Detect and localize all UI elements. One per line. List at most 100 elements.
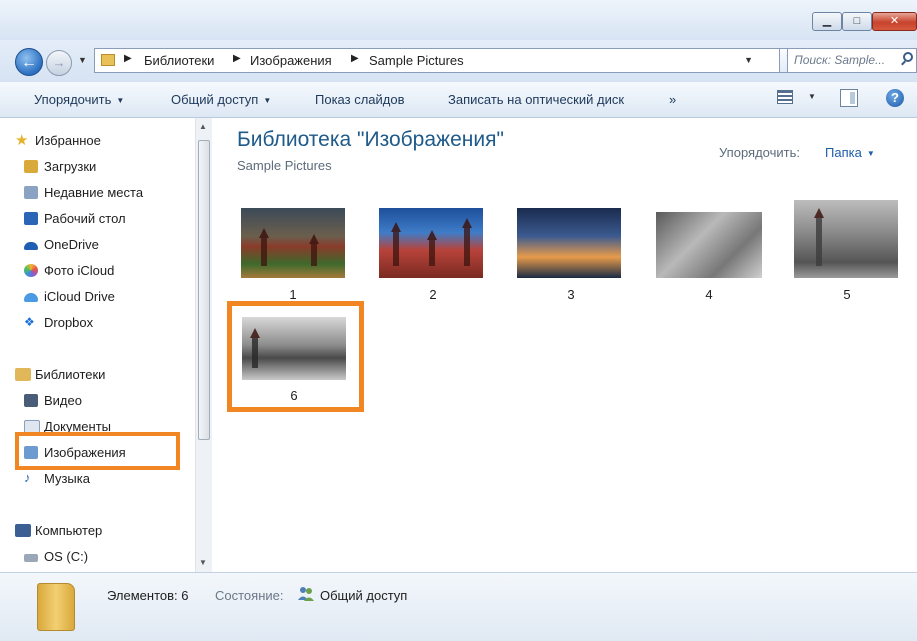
nav-selection-highlight [15,432,180,470]
image-thumbnail-4[interactable] [656,212,762,278]
back-button[interactable]: ← [15,48,43,76]
tower-shape [259,228,269,266]
breadcrumb-separator-icon[interactable]: ▶ [351,53,359,64]
users-icon [298,587,314,601]
organize-label: Упорядочить [34,92,112,107]
breadcrumb-separator-icon[interactable]: ▶ [124,53,132,64]
navigation-pane: ★ Избранное Загрузки Недавние места Рабо… [0,118,213,572]
library-title: Библиотека "Изображения" [237,128,504,151]
organize-button[interactable]: Упорядочить ▼ [34,92,124,107]
address-bar[interactable]: ▶ Библиотеки ▶ Изображения ▶ Sample Pict… [94,48,780,73]
image-thumbnail-1[interactable] [241,208,345,278]
search-input[interactable]: Поиск: Sample... [787,48,917,73]
breadcrumb-sample-pictures[interactable]: Sample Pictures [369,53,464,68]
breadcrumb-separator-icon[interactable]: ▶ [233,53,241,64]
nav-item-video[interactable]: Видео [24,393,82,408]
nav-libraries[interactable]: Библиотеки [15,367,106,382]
scroll-down-icon[interactable]: ▼ [199,558,207,567]
icloud-drive-icon [24,293,38,302]
nav-item-label: iCloud Drive [44,289,115,304]
nav-computer[interactable]: Компьютер [15,523,103,538]
dropbox-icon: ❖ [24,315,35,329]
nav-item-recent-places[interactable]: Недавние места [24,185,144,200]
nav-item-label: Недавние места [44,185,144,200]
close-button[interactable]: ✕ [872,12,917,31]
nav-item-icloud-photos[interactable]: Фото iCloud [24,263,114,278]
selected-item-highlight [227,301,364,412]
burn-disc-button[interactable]: Записать на оптический диск [448,92,624,107]
nav-item-dropbox[interactable]: ❖ Dropbox [24,315,94,330]
nav-favorites[interactable]: ★ Избранное [15,132,101,149]
nav-item-downloads[interactable]: Загрузки [24,159,97,174]
views-dropdown-icon[interactable]: ▼ [808,92,816,101]
tower-shape [814,208,824,266]
recent-pages-dropdown-icon[interactable]: ▼ [78,55,87,65]
image-caption-5[interactable]: 5 [832,287,862,302]
library-subtitle: Sample Pictures [237,158,332,173]
forward-button[interactable]: → [46,50,72,76]
image-caption-4[interactable]: 4 [694,287,724,302]
search-icon[interactable] [903,52,913,62]
help-icon[interactable]: ? [886,89,904,107]
star-icon: ★ [15,132,29,149]
nav-item-desktop[interactable]: Рабочий стол [24,211,126,226]
arrange-by-dropdown[interactable]: Папка ▼ [825,145,875,160]
image-caption-2[interactable]: 2 [418,287,448,302]
maximize-button[interactable]: □ [842,12,872,31]
image-thumbnail-5[interactable] [794,200,898,278]
recent-places-icon [24,186,38,199]
drive-icon [24,554,38,562]
folder-icon [37,583,75,631]
breadcrumb-images[interactable]: Изображения [250,53,332,68]
image-caption-1[interactable]: 1 [278,287,308,302]
chevron-down-icon: ▼ [866,149,875,159]
nav-libraries-label: Библиотеки [35,367,106,382]
nav-item-label: Музыка [44,471,90,486]
nav-scrollbar-thumb[interactable] [198,140,210,440]
arrange-by-label: Упорядочить: [719,145,800,160]
details-pane [0,572,917,641]
nav-item-label: Рабочий стол [44,211,126,226]
tower-shape [309,234,319,266]
nav-favorites-label: Избранное [35,133,101,148]
share-label: Общий доступ [171,92,259,107]
image-thumbnail-2[interactable] [379,208,483,278]
slideshow-button[interactable]: Показ слайдов [315,92,405,107]
share-button[interactable]: Общий доступ ▼ [171,92,271,107]
tower-shape [462,218,472,266]
nav-item-icloud-drive[interactable]: iCloud Drive [24,289,115,304]
libraries-icon [15,368,31,381]
breadcrumb-libraries[interactable]: Библиотеки [144,53,214,68]
title-bar [0,0,917,40]
more-commands-button[interactable]: » [669,92,676,107]
minimize-button[interactable]: ▁ [812,12,842,31]
preview-pane-icon[interactable] [840,89,858,107]
scroll-up-icon[interactable]: ▲ [199,122,207,131]
nav-item-drive-c[interactable]: OS (C:) [24,549,89,564]
state-value: Общий доступ [320,588,408,603]
tower-shape [391,222,401,266]
arrange-by-value: Папка [825,145,862,160]
folder-icon [101,54,115,66]
computer-icon [15,524,31,537]
items-count: Элементов: 6 [107,588,189,603]
image-thumbnail-3[interactable] [517,208,621,278]
chevron-down-icon: ▼ [263,96,272,106]
state-label: Состояние: [215,588,284,603]
onedrive-icon [24,242,38,250]
address-dropdown-icon[interactable]: ▼ [744,55,753,65]
views-icon[interactable] [777,90,793,104]
nav-item-onedrive[interactable]: OneDrive [24,237,99,252]
nav-item-music[interactable]: ♪ Музыка [24,470,90,486]
tower-shape [427,230,437,266]
chevron-down-icon: ▼ [116,96,125,106]
nav-item-label: OS (C:) [44,549,89,564]
nav-computer-label: Компьютер [35,523,103,538]
music-library-icon: ♪ [24,470,31,485]
image-caption-3[interactable]: 3 [556,287,586,302]
command-bar: Упорядочить ▼ Общий доступ ▼ Показ слайдов… [0,82,917,118]
icloud-photos-icon [24,264,38,277]
nav-item-label: Загрузки [44,159,97,174]
nav-item-label: Dropbox [44,315,94,330]
nav-item-label: Видео [44,393,82,408]
